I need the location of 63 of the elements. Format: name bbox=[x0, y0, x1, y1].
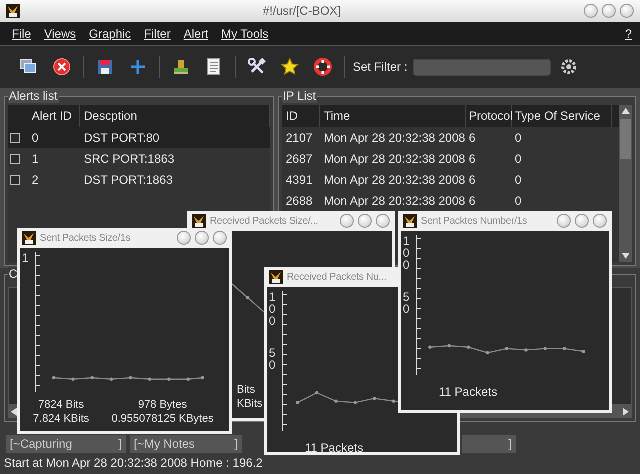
menu-item[interactable]: Filter bbox=[144, 26, 171, 40]
menu-item[interactable]: Alert bbox=[184, 26, 209, 40]
bracket-text: ] bbox=[234, 437, 238, 451]
readout-text: 11 Packets bbox=[439, 385, 498, 399]
table-cell-text: 0 bbox=[514, 152, 523, 166]
readout-text: 7824 Bits bbox=[37, 398, 86, 412]
table-cell-text: 2687 bbox=[285, 152, 314, 166]
window-title: Sent Packtes Number/1s bbox=[421, 216, 528, 226]
column-header[interactable]: Time bbox=[320, 105, 466, 127]
column-header[interactable]: Protocol bbox=[466, 105, 512, 127]
table-cell-text: Mon Apr 28 20:32:38 2008 bbox=[323, 130, 466, 144]
readout-text: 7.824 KBits bbox=[33, 412, 90, 426]
filter-label: Set Filter : bbox=[353, 60, 408, 74]
field-text: [~My Notes bbox=[134, 437, 196, 451]
table-cell-text: 2688 bbox=[285, 194, 314, 208]
readout-text: Bits bbox=[237, 383, 256, 397]
table-cell-text: 0 bbox=[514, 194, 523, 208]
menu-item[interactable]: Views bbox=[44, 26, 76, 40]
bracket-text: ] bbox=[508, 437, 512, 451]
axis-label: 100 bbox=[403, 235, 411, 271]
table-cell-text: 2107 bbox=[285, 130, 314, 144]
window-title: Received Packets Size/... bbox=[210, 216, 320, 226]
table-cell-text: 4391 bbox=[285, 172, 314, 186]
table-row[interactable]: 1 SRC PORT:1863 bbox=[8, 148, 270, 169]
axis-label: 100 bbox=[269, 291, 277, 327]
bracket-text: ] bbox=[118, 437, 122, 451]
table-cell-text: DST PORT:80 bbox=[83, 130, 161, 144]
table-cell-text: Mon Apr 28 20:32:38 2008 bbox=[323, 172, 466, 186]
readout-text: 978 Bytes bbox=[137, 398, 188, 412]
table-cell-text: 0 bbox=[31, 130, 40, 144]
table-row[interactable]: 2 DST PORT:1863 bbox=[8, 169, 270, 190]
panel-title: IP List bbox=[282, 89, 318, 103]
axis-label: 50 bbox=[269, 347, 277, 371]
readout-text: 11 Packets bbox=[305, 441, 364, 452]
table-cell-text: 1 bbox=[31, 152, 40, 166]
menu-item[interactable]: File bbox=[12, 26, 32, 40]
window-title: #!/usr/[C-BOX] bbox=[262, 4, 342, 18]
column-header[interactable]: ID bbox=[282, 105, 320, 127]
table-cell-text: 0 bbox=[514, 172, 523, 186]
table-cell-text: DST PORT:1863 bbox=[83, 172, 174, 186]
table-row[interactable]: 0 DST PORT:80 bbox=[8, 127, 270, 148]
menu-item[interactable]: My Tools bbox=[222, 26, 269, 40]
help-menu[interactable]: ? bbox=[625, 26, 632, 40]
table-cell-text: Mon Apr 28 20:32:38 2008 bbox=[323, 152, 466, 166]
window-title: Sent Packets Size/1s bbox=[40, 232, 132, 244]
table-cell-text: 2 bbox=[31, 172, 40, 186]
table-cell-text: SRC PORT:1863 bbox=[83, 152, 176, 166]
table-cell-text: 6 bbox=[468, 152, 477, 166]
table-cell-text: 6 bbox=[468, 130, 477, 144]
column-header[interactable]: Type Of Service bbox=[512, 105, 612, 127]
table-cell-text: 6 bbox=[468, 172, 477, 186]
readout-text: KBits bbox=[237, 397, 263, 411]
field-text: [~Capturing bbox=[10, 437, 72, 451]
table-cell-text: Mon Apr 28 20:32:38 2008 bbox=[323, 194, 466, 208]
table-cell-text: 6 bbox=[468, 194, 477, 208]
menu-item[interactable]: Graphic bbox=[89, 26, 132, 40]
panel-title: Alerts list bbox=[8, 89, 59, 103]
axis-label: 1 bbox=[22, 252, 30, 264]
window-title: Received Packets Nu... bbox=[287, 272, 388, 282]
table-cell-text: 0 bbox=[514, 130, 523, 144]
readout-text: 0.955078125 KBytes bbox=[112, 412, 214, 426]
status-text: Start at Mon Apr 28 20:32:38 2008 Home : 196.2 bbox=[3, 455, 264, 471]
axis-label: 50 bbox=[403, 291, 411, 315]
